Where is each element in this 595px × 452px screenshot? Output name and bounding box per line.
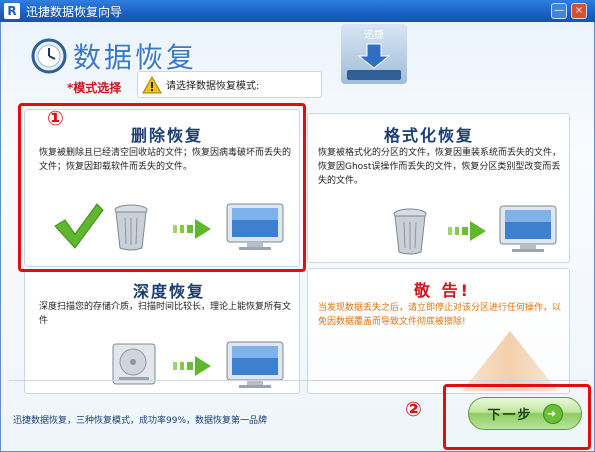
minimize-button[interactable]: — <box>551 3 567 19</box>
format-recovery-desc: 恢复被格式化的分区的文件，恢复因重装系统而丢失的文件，恢复因Ghost误操作而丢… <box>318 148 562 186</box>
step-marker-2: ② <box>405 397 422 421</box>
drive-label: 迅捷 <box>364 28 384 41</box>
mode-select-label: *模式选择 <box>67 81 122 95</box>
divider <box>9 380 588 381</box>
monitor-icon <box>226 341 284 388</box>
notice-box: 请选择数据恢复模式: <box>137 71 322 98</box>
next-button-label: 下一步 <box>487 408 533 423</box>
deep-recovery-panel[interactable]: 深度恢复 深度扫描您的存储介质，扫描时间比较长，理论上能恢复所有文件 <box>24 269 300 394</box>
arrow-right-icon: ➜ <box>542 403 563 424</box>
step-marker-1: ① <box>47 106 64 130</box>
deep-recovery-title: 深度恢复 <box>133 282 206 301</box>
format-recovery-panel[interactable]: 格式化恢复 恢复被格式化的分区的文件，恢复因重装系统而丢失的文件，恢复因Ghos… <box>307 113 570 263</box>
arrow-icon <box>173 356 211 376</box>
app-logo-icon: R <box>4 3 20 19</box>
title-bar: R 迅捷数据恢复向导 — × <box>0 0 595 22</box>
next-button[interactable]: 下一步 ➜ <box>468 397 582 430</box>
page-title: 数据恢复 <box>73 41 198 74</box>
warning-panel: 敬 告! 当发现数据丢失之后，请立即停止对该分区进行任何操作，以免因数据覆盖而导… <box>307 268 570 394</box>
monitor-icon <box>499 205 557 252</box>
recycle-bin-icon <box>393 208 427 255</box>
deep-recovery-desc: 深度扫描您的存储介质，扫描时间比较长，理论上能恢复所有文件 <box>39 302 292 326</box>
format-recovery-title: 格式化恢复 <box>384 126 475 145</box>
footer-slogan: 迅捷数据恢复，三种恢复模式，成功率99%，数据恢复第一品牌 <box>13 416 268 426</box>
clock-icon <box>31 38 67 74</box>
warning-title: 敬 告! <box>414 281 471 300</box>
drive-icon: 迅捷 <box>341 24 407 84</box>
window-title: 迅捷数据恢复向导 <box>26 4 123 19</box>
main-window: 数据恢复 *模式选择 请选择数据恢复模式: 迅捷 删除恢复 恢复被删除且已经清空… <box>0 22 595 452</box>
notice-text: 请选择数据恢复模式: <box>166 81 260 92</box>
arrow-icon <box>448 221 486 241</box>
warning-desc: 当发现数据丢失之后，请立即停止对该分区进行任何操作，以免因数据覆盖而导致文件彻底… <box>318 303 562 327</box>
close-button[interactable]: × <box>571 3 587 19</box>
warning-icon <box>142 75 162 93</box>
